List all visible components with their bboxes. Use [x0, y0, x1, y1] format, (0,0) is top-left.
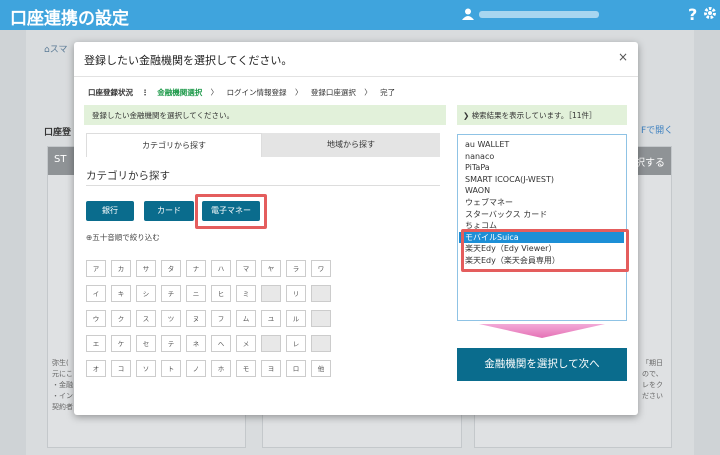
app-title: 口座連携の設定: [10, 9, 129, 29]
kana-filter-button[interactable]: エ: [86, 335, 106, 352]
result-item[interactable]: nanaco: [465, 151, 494, 162]
result-item[interactable]: au WALLET: [465, 139, 509, 150]
background-text-left: 弥生(元にこ ・金融 ・イン 契約者: [52, 359, 73, 411]
kana-filter-button[interactable]: ユ: [261, 310, 281, 327]
app-header: 口座連携の設定 ?: [0, 0, 720, 30]
chevron-right-icon: 〉: [210, 88, 219, 97]
kana-filter-button[interactable]: ス: [136, 310, 156, 327]
divider: [86, 185, 440, 186]
kana-filter-button[interactable]: ア: [86, 260, 106, 277]
kana-filter-button[interactable]: ミ: [236, 285, 256, 302]
kana-cell-empty: [261, 285, 281, 302]
category-section-title: カテゴリから探す: [86, 170, 170, 182]
kana-filter-toggle[interactable]: ⊕五十音順で絞り込む: [86, 232, 160, 243]
step-select-account: 登録口座選択: [310, 88, 356, 97]
close-icon[interactable]: ×: [618, 50, 628, 64]
settings-icon[interactable]: [703, 6, 717, 20]
kana-filter-button[interactable]: カ: [111, 260, 131, 277]
select-institution-modal: 登録したい金融機関を選択してください。 × 口座登録状況 ⋮ 金融機関選択 〉 …: [74, 42, 638, 415]
kana-filter-button[interactable]: キ: [111, 285, 131, 302]
kana-filter-button[interactable]: ル: [286, 310, 306, 327]
kana-filter-button[interactable]: オ: [86, 360, 106, 377]
divider: [74, 76, 638, 77]
user-name-blurred: [479, 11, 599, 18]
kana-filter-button[interactable]: ニ: [186, 285, 206, 302]
kana-filter-button[interactable]: サ: [136, 260, 156, 277]
kana-filter-button[interactable]: イ: [86, 285, 106, 302]
highlight-box-selection: [461, 229, 629, 272]
step-complete: 完了: [380, 88, 396, 97]
category-bank-button[interactable]: 銀行: [86, 201, 134, 221]
steps-label: 口座登録状況: [88, 88, 133, 97]
arrow-down-icon: [479, 324, 605, 338]
result-item[interactable]: SMART ICOCA(J-WEST): [465, 174, 554, 185]
kana-filter-button[interactable]: リ: [286, 285, 306, 302]
result-item[interactable]: スターバックス カード: [465, 209, 547, 220]
kana-filter-button[interactable]: ツ: [161, 310, 181, 327]
kana-filter-button[interactable]: ノ: [186, 360, 206, 377]
background-text-right: 「期日 ので、 レをク ださい: [642, 359, 663, 400]
kana-filter-button[interactable]: ヤ: [261, 260, 281, 277]
kana-cell-empty: [311, 285, 331, 302]
kana-filter-button[interactable]: チ: [161, 285, 181, 302]
kana-cell-empty: [311, 335, 331, 352]
kana-filter-button[interactable]: テ: [161, 335, 181, 352]
help-icon[interactable]: ?: [688, 5, 697, 24]
chevron-right-icon: 〉: [364, 88, 372, 97]
kana-filter-button[interactable]: ケ: [111, 335, 131, 352]
step-login-info: ログイン情報登録: [226, 88, 287, 97]
kana-filter-button[interactable]: ソ: [136, 360, 156, 377]
background-section-title: 口座登: [44, 128, 72, 138]
kana-filter-button[interactable]: ト: [161, 360, 181, 377]
kana-filter-button[interactable]: ナ: [186, 260, 206, 277]
kana-filter-button[interactable]: ヨ: [261, 360, 281, 377]
kana-filter-button[interactable]: タ: [161, 260, 181, 277]
kana-filter-button[interactable]: ク: [111, 310, 131, 327]
steps-dots: ⋮: [141, 88, 149, 97]
kana-filter-button[interactable]: レ: [286, 335, 306, 352]
results-listbox[interactable]: au WALLET nanaco PiTaPa SMART ICOCA(J-WEST)…: [457, 134, 627, 321]
kana-filter-button[interactable]: コ: [111, 360, 131, 377]
tab-category[interactable]: カテゴリから探す: [86, 133, 262, 157]
kana-filter-button[interactable]: シ: [136, 285, 156, 302]
kana-filter-button[interactable]: ホ: [211, 360, 231, 377]
kana-filter-button[interactable]: セ: [136, 335, 156, 352]
kana-filter-button[interactable]: モ: [236, 360, 256, 377]
kana-filter-button[interactable]: ラ: [286, 260, 306, 277]
kana-filter-button[interactable]: ワ: [311, 260, 331, 277]
highlight-box-emoney: [195, 194, 267, 229]
kana-filter-button[interactable]: ロ: [286, 360, 306, 377]
kana-filter-button[interactable]: ウ: [86, 310, 106, 327]
step-select-institution: 金融機関選択: [157, 88, 203, 97]
kana-filter-button[interactable]: 他: [311, 360, 331, 377]
result-item[interactable]: WAON: [465, 185, 490, 196]
kana-filter-button[interactable]: ム: [236, 310, 256, 327]
category-card-button[interactable]: カード: [144, 201, 194, 221]
kana-filter-button[interactable]: メ: [236, 335, 256, 352]
result-item[interactable]: PiTaPa: [465, 162, 490, 173]
kana-filter-button[interactable]: ヘ: [211, 335, 231, 352]
user-icon[interactable]: [462, 8, 474, 20]
kana-filter-button[interactable]: フ: [211, 310, 231, 327]
result-item[interactable]: ウェブマネー: [465, 197, 513, 208]
registration-steps: 口座登録状況 ⋮ 金融機関選択 〉 ログイン情報登録 〉 登録口座選択 〉 完了: [88, 87, 395, 98]
kana-filter-button[interactable]: ヒ: [211, 285, 231, 302]
background-pdf-link[interactable]: Fで開く: [641, 123, 673, 136]
results-header: ❯ 検索結果を表示しています。［11件］: [457, 105, 627, 125]
info-message: 登録したい金融機関を選択してください。: [84, 105, 446, 125]
select-and-next-button[interactable]: 金融機関を選択して次へ: [457, 348, 627, 381]
tab-region[interactable]: 地域から探す: [262, 133, 440, 157]
kana-cell-empty: [311, 310, 331, 327]
chevron-right-icon: 〉: [294, 88, 303, 97]
breadcrumb: ⌂スマ: [44, 45, 68, 55]
kana-cell-empty: [261, 335, 281, 352]
kana-filter-button[interactable]: マ: [236, 260, 256, 277]
kana-filter-button[interactable]: ハ: [211, 260, 231, 277]
kana-filter-button[interactable]: ヌ: [186, 310, 206, 327]
modal-title: 登録したい金融機関を選択してください。: [84, 54, 293, 67]
kana-filter-button[interactable]: ネ: [186, 335, 206, 352]
